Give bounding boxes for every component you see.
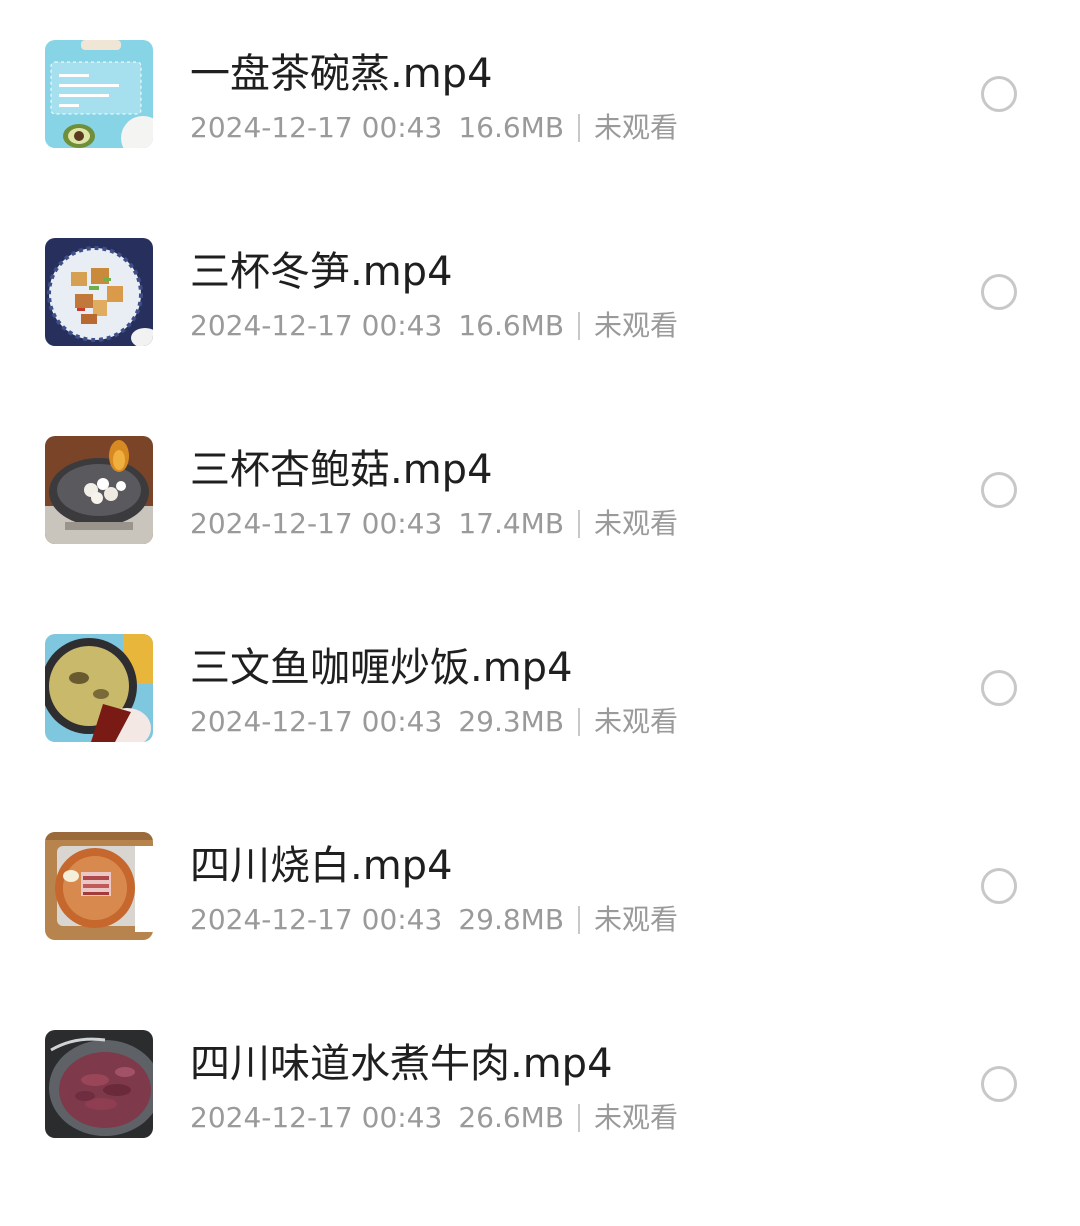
select-radio[interactable]	[981, 1066, 1017, 1102]
video-date: 2024-12-17 00:43	[190, 111, 443, 144]
watch-status: 未观看	[594, 903, 679, 936]
select-radio[interactable]	[981, 472, 1017, 508]
video-title: 一盘茶碗蒸.mp4	[190, 51, 493, 97]
video-item[interactable]: 四川味道水煮牛肉.mp4 2024-12-17 00:43 26.6MB 未观看	[0, 990, 1080, 1188]
watch-status: 未观看	[594, 1101, 679, 1134]
video-meta: 2024-12-17 00:43 26.6MB 未观看	[190, 1100, 678, 1136]
video-list: 一盘茶碗蒸.mp4 2024-12-17 00:43 16.6MB 未观看 三杯…	[0, 0, 1080, 1226]
video-thumbnail[interactable]	[45, 40, 153, 148]
video-date: 2024-12-17 00:43	[190, 507, 443, 540]
video-item[interactable]: 四川烧白.mp4 2024-12-17 00:43 29.8MB 未观看	[0, 792, 1080, 990]
watch-status: 未观看	[594, 309, 679, 342]
mushroom-wok-icon	[45, 436, 153, 544]
watch-status: 未观看	[594, 507, 679, 540]
video-meta: 2024-12-17 00:43 17.4MB 未观看	[190, 506, 678, 542]
video-item[interactable]: 三杯冬笋.mp4 2024-12-17 00:43 16.6MB 未观看	[0, 198, 1080, 396]
watch-status: 未观看	[594, 111, 679, 144]
video-thumbnail[interactable]	[45, 1030, 153, 1138]
meta-divider	[578, 114, 581, 142]
video-title: 三杯杏鲍菇.mp4	[190, 447, 493, 493]
video-size: 26.6MB	[458, 1101, 565, 1134]
video-title: 四川烧白.mp4	[190, 843, 453, 889]
video-date: 2024-12-17 00:43	[190, 705, 443, 738]
bamboo-shoot-dish-icon	[45, 238, 153, 346]
meta-divider	[578, 510, 581, 538]
video-meta: 2024-12-17 00:43 29.8MB 未观看	[190, 902, 678, 938]
watch-status: 未观看	[594, 705, 679, 738]
steamed-egg-recipe-card-icon	[45, 40, 153, 148]
video-item[interactable]: 一盘茶碗蒸.mp4 2024-12-17 00:43 16.6MB 未观看	[0, 0, 1080, 198]
select-radio[interactable]	[981, 76, 1017, 112]
curry-pan-icon	[45, 634, 153, 742]
video-size: 16.6MB	[458, 309, 565, 342]
select-radio[interactable]	[981, 868, 1017, 904]
video-size: 17.4MB	[458, 507, 565, 540]
video-meta: 2024-12-17 00:43 16.6MB 未观看	[190, 110, 678, 146]
pork-belly-bowl-icon	[45, 832, 153, 940]
video-size: 29.3MB	[458, 705, 565, 738]
video-date: 2024-12-17 00:43	[190, 903, 443, 936]
video-thumbnail[interactable]	[45, 634, 153, 742]
video-item[interactable]: 三杯杏鲍菇.mp4 2024-12-17 00:43 17.4MB 未观看	[0, 396, 1080, 594]
meta-divider	[578, 312, 581, 340]
meta-divider	[578, 1104, 581, 1132]
video-item[interactable]: 三文鱼咖喱炒饭.mp4 2024-12-17 00:43 29.3MB 未观看	[0, 594, 1080, 792]
video-thumbnail[interactable]	[45, 436, 153, 544]
video-title: 三杯冬笋.mp4	[190, 249, 453, 295]
video-date: 2024-12-17 00:43	[190, 1101, 443, 1134]
select-radio[interactable]	[981, 670, 1017, 706]
video-title: 三文鱼咖喱炒饭.mp4	[190, 645, 573, 691]
video-thumbnail[interactable]	[45, 832, 153, 940]
meta-divider	[578, 906, 581, 934]
select-radio[interactable]	[981, 274, 1017, 310]
video-meta: 2024-12-17 00:43 29.3MB 未观看	[190, 704, 678, 740]
video-title: 四川味道水煮牛肉.mp4	[190, 1041, 613, 1087]
meta-divider	[578, 708, 581, 736]
video-thumbnail[interactable]	[45, 238, 153, 346]
sliced-beef-bowl-icon	[45, 1030, 153, 1138]
video-size: 16.6MB	[458, 111, 565, 144]
video-date: 2024-12-17 00:43	[190, 309, 443, 342]
video-size: 29.8MB	[458, 903, 565, 936]
video-meta: 2024-12-17 00:43 16.6MB 未观看	[190, 308, 678, 344]
